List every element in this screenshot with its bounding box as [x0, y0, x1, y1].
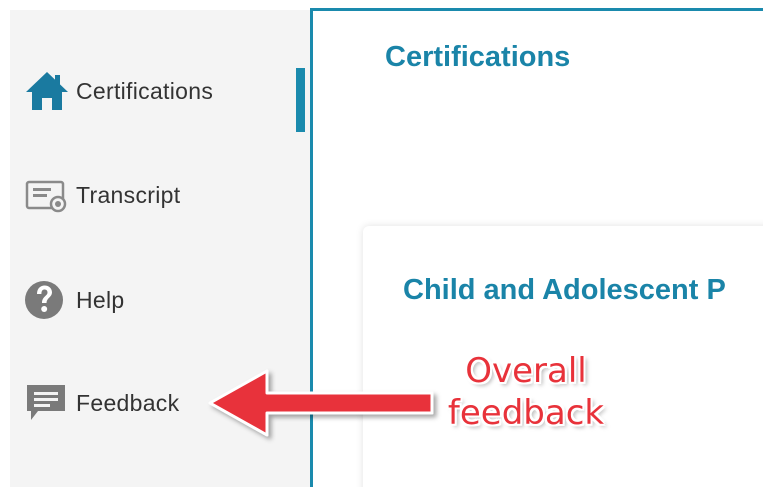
annotation-line-1: Overall	[465, 351, 587, 391]
page-title: Certifications	[385, 41, 571, 73]
sidebar-item-help[interactable]: Help	[24, 275, 125, 325]
sidebar-item-transcript[interactable]: Transcript	[24, 170, 180, 220]
card-title: Child and Adolescent P	[403, 274, 726, 306]
sidebar-item-label: Certifications	[76, 77, 214, 104]
certificate-icon	[24, 170, 76, 220]
help-icon	[24, 275, 76, 325]
sidebar-item-certifications[interactable]: Certifications	[24, 66, 213, 116]
home-icon	[24, 66, 76, 116]
active-item-indicator	[296, 68, 305, 132]
annotation-label: Overall feedback	[436, 350, 616, 434]
sidebar: Certifications Transcript Help Feedback	[10, 10, 310, 487]
app-frame: Certifications Transcript Help Feedback …	[0, 0, 763, 487]
sidebar-item-feedback[interactable]: Feedback	[24, 378, 179, 428]
sidebar-item-label: Help	[76, 286, 125, 313]
annotation-line-2: feedback	[447, 393, 605, 433]
feedback-icon	[24, 378, 76, 428]
sidebar-item-label: Feedback	[76, 389, 180, 416]
sidebar-item-label: Transcript	[76, 181, 181, 208]
